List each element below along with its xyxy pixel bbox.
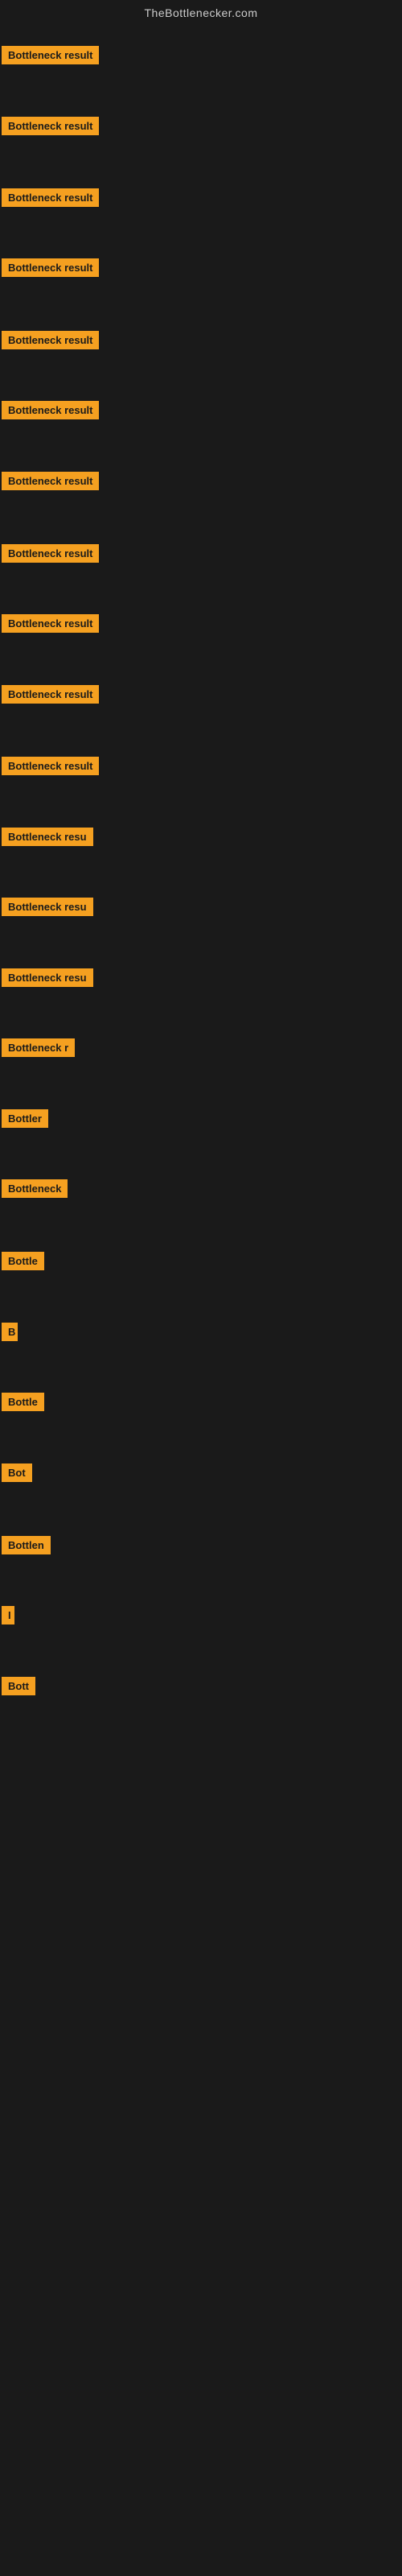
bottleneck-item-23[interactable]: I xyxy=(2,1606,14,1629)
bottleneck-item-18[interactable]: Bottle xyxy=(2,1252,44,1274)
bottleneck-badge-12[interactable]: Bottleneck resu xyxy=(2,828,93,846)
bottleneck-item-20[interactable]: Bottle xyxy=(2,1393,44,1415)
bottleneck-item-3[interactable]: Bottleneck result xyxy=(2,188,99,211)
bottleneck-badge-2[interactable]: Bottleneck result xyxy=(2,117,99,135)
bottleneck-item-17[interactable]: Bottleneck xyxy=(2,1179,68,1202)
bottleneck-item-11[interactable]: Bottleneck result xyxy=(2,757,99,779)
bottleneck-badge-10[interactable]: Bottleneck result xyxy=(2,685,99,704)
bottleneck-badge-15[interactable]: Bottleneck r xyxy=(2,1038,75,1057)
bottleneck-item-9[interactable]: Bottleneck result xyxy=(2,614,99,637)
bottleneck-badge-21[interactable]: Bot xyxy=(2,1463,32,1482)
bottleneck-badge-5[interactable]: Bottleneck result xyxy=(2,331,99,349)
bottleneck-item-19[interactable]: B xyxy=(2,1323,18,1345)
bottleneck-badge-22[interactable]: Bottlen xyxy=(2,1536,51,1554)
bottleneck-item-22[interactable]: Bottlen xyxy=(2,1536,51,1558)
bottleneck-item-6[interactable]: Bottleneck result xyxy=(2,401,99,423)
bottleneck-badge-11[interactable]: Bottleneck result xyxy=(2,757,99,775)
bottleneck-badge-17[interactable]: Bottleneck xyxy=(2,1179,68,1198)
bottleneck-item-8[interactable]: Bottleneck result xyxy=(2,544,99,567)
bottleneck-item-21[interactable]: Bot xyxy=(2,1463,32,1486)
bottleneck-item-13[interactable]: Bottleneck resu xyxy=(2,898,93,920)
bottleneck-item-1[interactable]: Bottleneck result xyxy=(2,46,99,68)
bottleneck-item-4[interactable]: Bottleneck result xyxy=(2,258,99,281)
bottleneck-badge-9[interactable]: Bottleneck result xyxy=(2,614,99,633)
bottleneck-item-10[interactable]: Bottleneck result xyxy=(2,685,99,708)
bottleneck-badge-4[interactable]: Bottleneck result xyxy=(2,258,99,277)
bottleneck-badge-3[interactable]: Bottleneck result xyxy=(2,188,99,207)
bottleneck-item-14[interactable]: Bottleneck resu xyxy=(2,968,93,991)
bottleneck-badge-16[interactable]: Bottler xyxy=(2,1109,48,1128)
bottleneck-badge-23[interactable]: I xyxy=(2,1606,14,1624)
bottleneck-badge-6[interactable]: Bottleneck result xyxy=(2,401,99,419)
bottleneck-item-2[interactable]: Bottleneck result xyxy=(2,117,99,139)
bottleneck-badge-8[interactable]: Bottleneck result xyxy=(2,544,99,563)
bottleneck-item-15[interactable]: Bottleneck r xyxy=(2,1038,75,1061)
bottleneck-badge-18[interactable]: Bottle xyxy=(2,1252,44,1270)
bottleneck-badge-24[interactable]: Bott xyxy=(2,1677,35,1695)
items-container xyxy=(0,23,402,26)
site-title: TheBottlenecker.com xyxy=(0,0,402,23)
bottleneck-badge-19[interactable]: B xyxy=(2,1323,18,1341)
bottleneck-badge-20[interactable]: Bottle xyxy=(2,1393,44,1411)
bottleneck-item-5[interactable]: Bottleneck result xyxy=(2,331,99,353)
bottleneck-item-12[interactable]: Bottleneck resu xyxy=(2,828,93,850)
bottleneck-item-24[interactable]: Bott xyxy=(2,1677,35,1699)
bottleneck-badge-7[interactable]: Bottleneck result xyxy=(2,472,99,490)
bottleneck-badge-1[interactable]: Bottleneck result xyxy=(2,46,99,64)
bottleneck-item-16[interactable]: Bottler xyxy=(2,1109,48,1132)
bottleneck-badge-13[interactable]: Bottleneck resu xyxy=(2,898,93,916)
bottleneck-badge-14[interactable]: Bottleneck resu xyxy=(2,968,93,987)
bottleneck-item-7[interactable]: Bottleneck result xyxy=(2,472,99,494)
